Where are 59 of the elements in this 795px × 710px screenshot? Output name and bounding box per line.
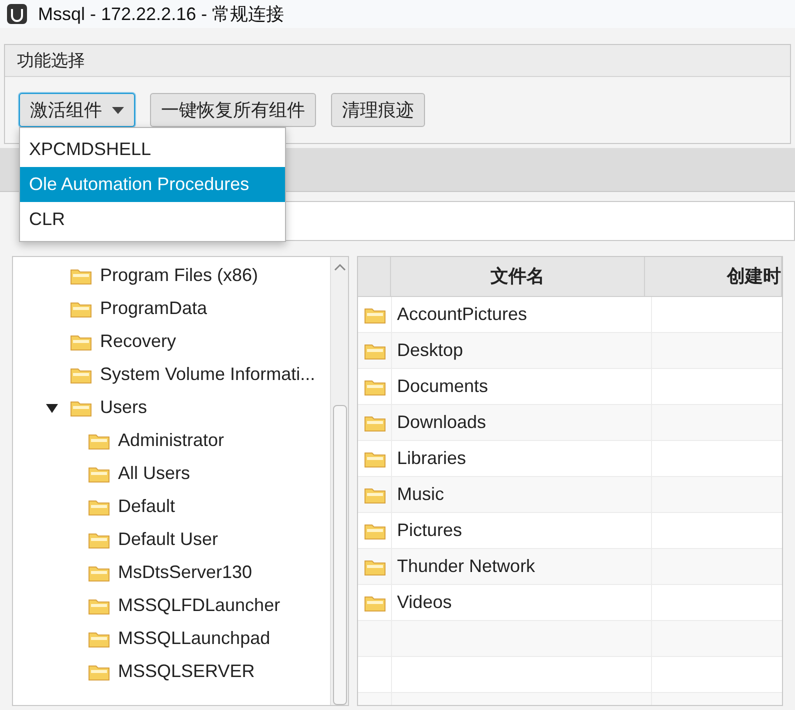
tree-item[interactable]: MsDtsServer130 — [118, 559, 252, 586]
tree-item[interactable]: Administrator — [118, 427, 224, 454]
folder-icon — [364, 486, 386, 504]
folder-icon — [70, 366, 92, 384]
app-logo-icon — [6, 3, 28, 25]
table-cell: Pictures — [392, 513, 652, 548]
toolbar-button[interactable]: 一键恢复所有组件 — [150, 93, 316, 127]
tree-item[interactable]: Default — [118, 493, 176, 520]
folder-icon — [88, 564, 110, 582]
folder-icon — [364, 342, 386, 360]
table-cell: Documents — [392, 369, 652, 404]
folder-icon — [88, 432, 110, 450]
table-cell: Libraries — [392, 441, 652, 476]
table-cell: Thunder Network — [392, 549, 652, 584]
folder-icon — [70, 398, 92, 416]
table-cell: Music — [392, 477, 652, 512]
tree-item[interactable]: MSSQLFDLauncher — [118, 592, 280, 619]
toolbar-button[interactable]: 清理痕迹 — [331, 93, 425, 127]
menu-label[interactable]: 功能选择 — [17, 48, 85, 74]
folder-icon — [88, 596, 110, 614]
folder-icon — [70, 300, 92, 318]
folder-icon — [364, 594, 386, 612]
menu-item[interactable]: CLR — [20, 202, 285, 237]
folder-icon — [88, 630, 110, 648]
folder-icon — [88, 498, 110, 516]
folder-icon — [364, 450, 386, 468]
tree-item[interactable]: Users — [100, 394, 148, 421]
tree-item[interactable]: System Volume Informati... — [100, 361, 316, 388]
tree-item[interactable]: Recovery — [100, 328, 176, 355]
folder-icon — [364, 306, 386, 324]
column-header[interactable]: 创建时 — [645, 257, 782, 296]
column-header[interactable]: 文件名 — [391, 257, 645, 296]
scrollbar[interactable] — [330, 257, 348, 705]
caret-icon — [112, 106, 124, 114]
table-cell: AccountPictures — [392, 297, 652, 332]
scroll-thumb[interactable] — [332, 405, 346, 705]
tree-item[interactable]: MSSQLSERVER — [118, 658, 255, 685]
table-cell: Desktop — [392, 333, 652, 368]
scroll-up-icon[interactable] — [334, 263, 346, 271]
folder-icon — [88, 530, 110, 548]
tree-item[interactable]: ProgramData — [100, 295, 208, 322]
folder-icon — [70, 266, 92, 284]
dropdown-button[interactable]: 激活组件 — [19, 93, 135, 127]
table-cell: Videos — [392, 585, 652, 620]
window-title: Mssql - 172.22.2.16 - 常规连接 — [38, 2, 284, 26]
tree-item[interactable]: MSSQLLaunchpad — [118, 625, 270, 652]
tree-item[interactable]: All Users — [118, 460, 190, 487]
folder-icon — [70, 332, 92, 350]
folder-icon — [364, 378, 386, 396]
tree-item[interactable]: Program Files (x86) — [100, 262, 258, 289]
folder-icon — [364, 558, 386, 576]
folder-icon — [88, 662, 110, 680]
folder-icon — [364, 522, 386, 540]
menu-item[interactable]: XPCMDSHELL — [20, 132, 285, 167]
table-cell: Downloads — [392, 405, 652, 440]
expanded-arrow-icon[interactable] — [46, 402, 58, 412]
folder-icon — [88, 464, 110, 482]
folder-icon — [364, 414, 386, 432]
tree-item[interactable]: Default User — [118, 526, 218, 553]
